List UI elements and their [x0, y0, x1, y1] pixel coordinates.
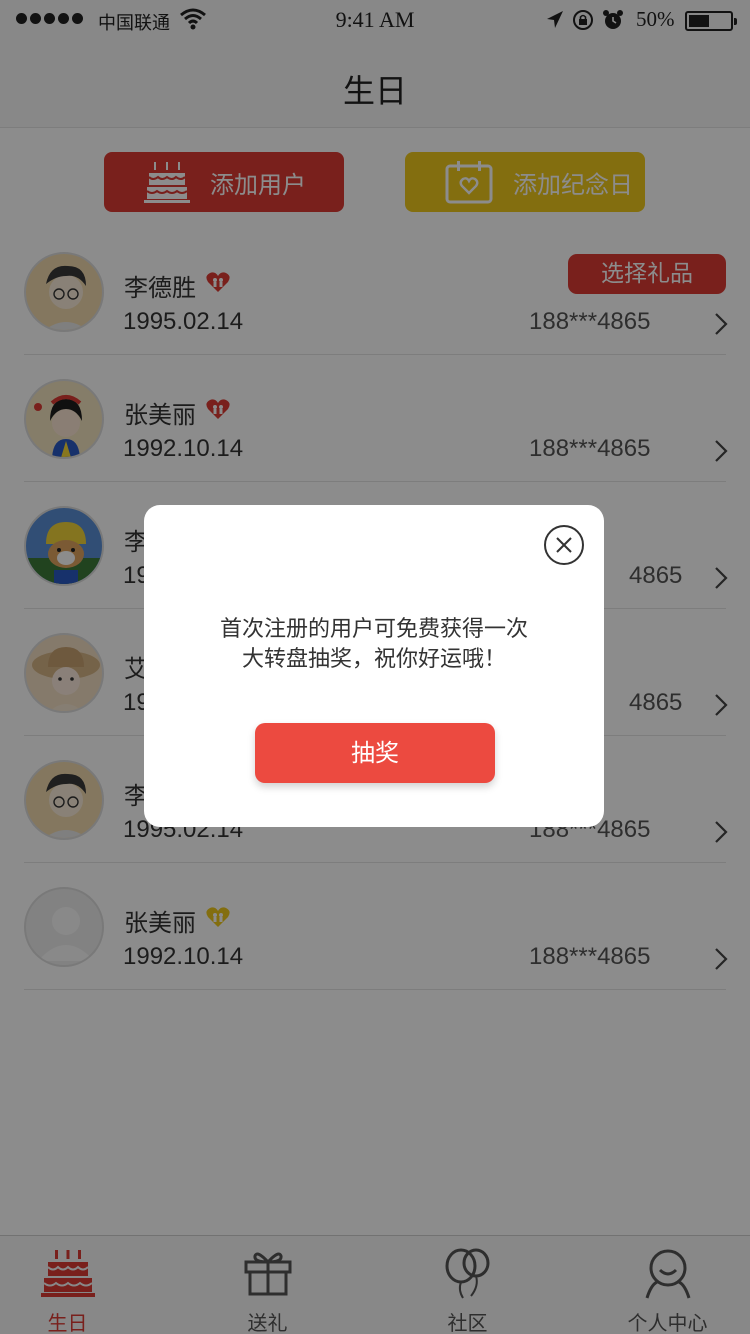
dialog-message-line1: 首次注册的用户可免费获得一次	[219, 617, 528, 642]
draw-lottery-button[interactable]: 抽奖	[255, 723, 495, 783]
dialog-message-line2: 大转盘抽奖，祝你好运哦！	[241, 647, 506, 672]
close-button[interactable]	[544, 525, 584, 565]
dialog-message: 首次注册的用户可免费获得一次 大转盘抽奖，祝你好运哦！	[144, 615, 604, 675]
close-icon	[556, 537, 572, 553]
lottery-dialog: 首次注册的用户可免费获得一次 大转盘抽奖，祝你好运哦！ 抽奖	[144, 505, 604, 827]
